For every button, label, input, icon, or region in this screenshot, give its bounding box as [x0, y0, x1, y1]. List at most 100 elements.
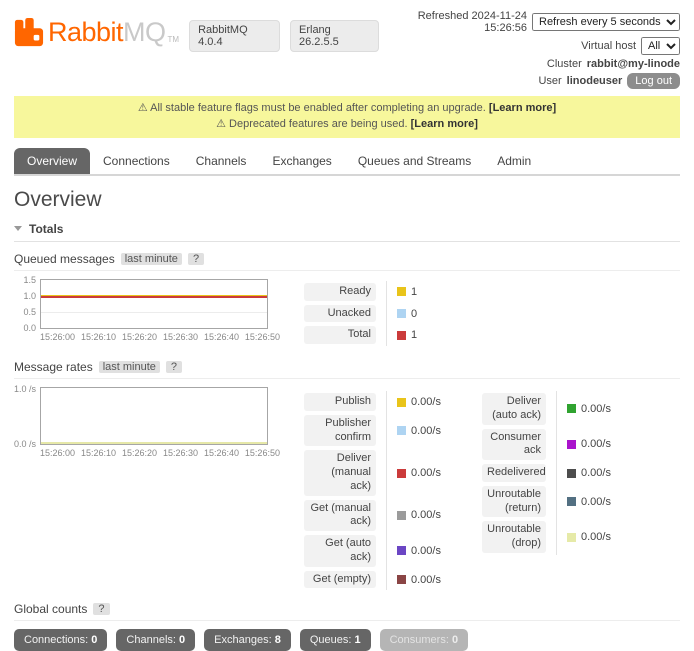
message-rates-chart-block: 1.0 /s 0.0 /s 15:26:00 15:26:10 15:26:20…	[14, 387, 680, 590]
deprecated-learn-more-link[interactable]: [Learn more]	[411, 118, 478, 130]
global-counts-help-icon[interactable]: ?	[93, 603, 109, 615]
global-counts-label: Global counts	[14, 602, 87, 616]
x-tick: 15:26:20	[122, 448, 157, 458]
logout-button[interactable]: Log out	[627, 73, 680, 89]
x-tick: 15:26:30	[163, 332, 198, 342]
legend-value: 0.00/s	[581, 496, 611, 508]
tab-exchanges[interactable]: Exchanges	[259, 148, 344, 174]
tab-overview[interactable]: Overview	[14, 148, 90, 174]
legend-row-unroutable-drop: Unroutable (drop) 0.00/s	[482, 519, 614, 555]
rates-help-icon[interactable]: ?	[166, 361, 182, 373]
legend-label: Total	[304, 326, 376, 344]
legend-label: Publisher confirm	[304, 415, 376, 447]
legend-swatch	[567, 440, 576, 449]
tab-admin[interactable]: Admin	[484, 148, 544, 174]
queued-plot-area	[40, 279, 268, 329]
legend-row-unroutable-return: Unroutable (return) 0.00/s	[482, 484, 614, 520]
legend-value: 0.00/s	[581, 467, 611, 479]
legend-swatch	[397, 287, 406, 296]
virtual-host-select[interactable]: All	[641, 37, 680, 55]
virtual-host-label: Virtual host	[581, 40, 636, 52]
global-counts-header: Global counts ?	[14, 602, 680, 621]
message-rates-label: Message rates	[14, 360, 93, 374]
queues-count-badge[interactable]: Queues: 1	[300, 629, 371, 651]
legend-swatch	[397, 469, 406, 478]
page-title: Overview	[14, 188, 680, 212]
feature-flags-learn-more-link[interactable]: [Learn more]	[489, 102, 556, 114]
message-rates-chart: 1.0 /s 0.0 /s 15:26:00 15:26:10 15:26:20…	[14, 387, 280, 458]
legend-label: Unroutable (return)	[482, 486, 546, 518]
rates-legend-right: Deliver (auto ack) 0.00/s Consumer ack 0…	[482, 391, 614, 590]
x-tick: 15:26:10	[81, 448, 116, 458]
legend-swatch	[397, 331, 406, 340]
legend-label: Publish	[304, 393, 376, 411]
user-name: linodeuser	[567, 75, 623, 87]
x-tick: 15:26:00	[40, 448, 75, 458]
page: RabbitMQ TM RabbitMQ 4.0.4 Erlang 26.2.5…	[0, 0, 694, 651]
legend-row-get-empty: Get (empty) 0.00/s	[304, 569, 444, 591]
legend-label: Deliver (manual ack)	[304, 450, 376, 495]
legend-value: 1	[411, 286, 417, 298]
rates-period-badge[interactable]: last minute	[99, 361, 160, 373]
legend-swatch	[397, 575, 406, 584]
legend-value: 0	[411, 308, 417, 320]
refresh-interval-select[interactable]: Refresh every 5 seconds	[532, 13, 680, 31]
trademark-symbol: TM	[168, 35, 180, 44]
header: RabbitMQ TM RabbitMQ 4.0.4 Erlang 26.2.5…	[14, 6, 680, 92]
rabbitmq-logo[interactable]: RabbitMQ TM	[14, 17, 179, 50]
cluster-label: Cluster	[547, 58, 582, 70]
legend-row-redelivered: Redelivered 0.00/s	[482, 462, 614, 484]
queued-messages-label: Queued messages	[14, 252, 115, 266]
legend-value: 0.00/s	[581, 403, 611, 415]
legend-swatch	[567, 404, 576, 413]
connections-count-badge[interactable]: Connections: 0	[14, 629, 107, 651]
rates-legend-left: Publish 0.00/s Publisher confirm 0.00/s …	[304, 391, 444, 590]
legend-row-unacked: Unacked 0	[304, 303, 444, 325]
legend-row-consumer-ack: Consumer ack 0.00/s	[482, 427, 614, 463]
chevron-down-icon	[14, 226, 22, 231]
legend-value: 1	[411, 329, 417, 341]
erlang-version-badge: Erlang 26.2.5.5	[290, 20, 379, 52]
queued-messages-legend: Ready 1 Unacked 0 Total 1	[304, 281, 444, 346]
legend-row-deliver-manual-ack: Deliver (manual ack) 0.00/s	[304, 448, 444, 497]
totals-section-toggle[interactable]: Totals	[14, 222, 680, 242]
total-series-line	[41, 296, 267, 298]
x-tick: 15:26:10	[81, 332, 116, 342]
legend-value: 0.00/s	[411, 425, 441, 437]
feature-flags-warning: ⚠ All stable feature flags must be enabl…	[20, 101, 674, 117]
tab-connections[interactable]: Connections	[90, 148, 183, 174]
consumers-count-badge[interactable]: Consumers: 0	[380, 629, 468, 651]
legend-swatch	[397, 546, 406, 555]
legend-swatch	[567, 533, 576, 542]
rabbitmq-logo-icon	[14, 17, 44, 50]
x-tick: 15:26:00	[40, 332, 75, 342]
legend-label: Get (auto ack)	[304, 535, 376, 567]
legend-row-publisher-confirm: Publisher confirm 0.00/s	[304, 413, 444, 449]
legend-label: Ready	[304, 283, 376, 301]
global-counts-badges: Connections: 0 Channels: 0 Exchanges: 8 …	[14, 629, 680, 651]
legend-value: 0.00/s	[411, 545, 441, 557]
y-tick: 0.5	[23, 307, 36, 317]
zero-rate-series-line	[41, 442, 267, 444]
tab-channels[interactable]: Channels	[183, 148, 260, 174]
x-tick: 15:26:50	[245, 448, 280, 458]
y-tick: 1.0 /s	[14, 384, 36, 394]
x-tick: 15:26:50	[245, 332, 280, 342]
legend-swatch	[397, 426, 406, 435]
header-left: RabbitMQ TM RabbitMQ 4.0.4 Erlang 26.2.5…	[14, 6, 379, 52]
refreshed-timestamp: Refreshed 2024-11-24 15:26:56	[379, 10, 527, 34]
queued-period-badge[interactable]: last minute	[121, 253, 182, 265]
exchanges-count-badge[interactable]: Exchanges: 8	[204, 629, 291, 651]
legend-label: Consumer ack	[482, 429, 546, 461]
legend-value: 0.00/s	[411, 574, 441, 586]
legend-row-get-manual-ack: Get (manual ack) 0.00/s	[304, 498, 444, 534]
y-tick: 1.0	[23, 291, 36, 301]
logo-wordmark: RabbitMQ	[48, 17, 166, 47]
legend-value: 0.00/s	[581, 438, 611, 450]
channels-count-badge[interactable]: Channels: 0	[116, 629, 195, 651]
totals-section-label: Totals	[29, 222, 63, 236]
user-label: User	[538, 75, 561, 87]
queued-help-icon[interactable]: ?	[188, 253, 204, 265]
tab-queues-and-streams[interactable]: Queues and Streams	[345, 148, 484, 174]
y-tick: 0.0	[23, 323, 36, 333]
